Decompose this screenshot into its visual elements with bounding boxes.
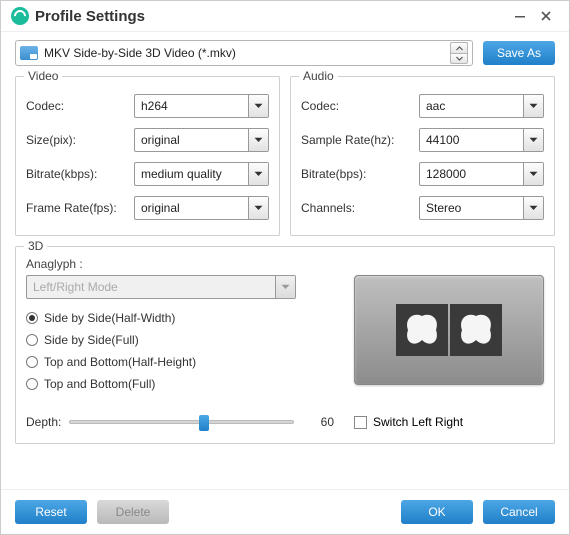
3d-legend: 3D xyxy=(24,239,47,253)
radio-icon xyxy=(26,312,38,324)
depth-row: Depth: 60 xyxy=(26,415,334,429)
profile-spin xyxy=(450,42,468,64)
radio-tab-half[interactable]: Top and Bottom(Half-Height) xyxy=(26,351,334,373)
reset-button[interactable]: Reset xyxy=(15,500,87,524)
video-fps-select[interactable]: original xyxy=(134,196,269,220)
video-size-select[interactable]: original xyxy=(134,128,269,152)
minimize-button[interactable] xyxy=(507,7,533,25)
video-bitrate-label: Bitrate(kbps): xyxy=(26,167,134,181)
cancel-button[interactable]: Cancel xyxy=(483,500,555,524)
chevron-down-icon xyxy=(275,276,295,298)
audio-ch-label: Channels: xyxy=(301,201,419,215)
checkbox-icon xyxy=(354,416,367,429)
radio-icon xyxy=(26,334,38,346)
radio-sbs-full[interactable]: Side by Side(Full) xyxy=(26,329,334,351)
radio-icon xyxy=(26,378,38,390)
delete-button: Delete xyxy=(97,500,169,524)
audio-legend: Audio xyxy=(299,69,338,83)
profile-select[interactable]: MKV Side-by-Side 3D Video (*.mkv) xyxy=(15,40,473,66)
save-as-button[interactable]: Save As xyxy=(483,41,555,65)
chevron-down-icon xyxy=(248,197,268,219)
chevron-down-icon xyxy=(523,197,543,219)
profile-spin-down[interactable] xyxy=(450,53,468,64)
chevron-down-icon xyxy=(456,56,463,61)
radio-tab-full[interactable]: Top and Bottom(Full) xyxy=(26,373,334,395)
panels: Video Codec: h264 Size(pix): original Bi… xyxy=(1,72,569,238)
profile-spin-up[interactable] xyxy=(450,42,468,53)
audio-codec-label: Codec: xyxy=(301,99,419,113)
mkv-icon xyxy=(20,46,38,60)
depth-value: 60 xyxy=(302,415,334,429)
chevron-down-icon xyxy=(523,129,543,151)
close-icon xyxy=(540,10,552,22)
radio-sbs-half[interactable]: Side by Side(Half-Width) xyxy=(26,307,334,329)
video-codec-select[interactable]: h264 xyxy=(134,94,269,118)
audio-codec-select[interactable]: aac xyxy=(419,94,544,118)
video-bitrate-select[interactable]: medium quality xyxy=(134,162,269,186)
titlebar: Profile Settings xyxy=(1,1,569,32)
profile-settings-window: Profile Settings MKV Side-by-Side 3D Vid… xyxy=(0,0,570,535)
bottom-bar: Reset Delete OK Cancel xyxy=(1,489,569,534)
chevron-down-icon xyxy=(523,163,543,185)
slider-thumb[interactable] xyxy=(199,415,209,431)
3d-fieldset: 3D Anaglyph : Left/Right Mode Side by Si… xyxy=(15,246,555,444)
butterfly-right-icon xyxy=(450,304,502,356)
3d-preview xyxy=(354,275,544,385)
anaglyph-select: Left/Right Mode xyxy=(26,275,296,299)
chevron-up-icon xyxy=(456,46,463,51)
ok-button[interactable]: OK xyxy=(401,500,473,524)
audio-fieldset: Audio Codec: aac Sample Rate(hz): 44100 … xyxy=(290,76,555,236)
minimize-icon xyxy=(514,10,526,22)
audio-sr-label: Sample Rate(hz): xyxy=(301,133,419,147)
window-title: Profile Settings xyxy=(35,8,507,25)
chevron-down-icon xyxy=(248,129,268,151)
anaglyph-label: Anaglyph : xyxy=(26,257,334,271)
3d-mode-radios: Side by Side(Half-Width) Side by Side(Fu… xyxy=(26,307,334,395)
chevron-down-icon xyxy=(248,95,268,117)
audio-bitrate-select[interactable]: 128000 xyxy=(419,162,544,186)
video-codec-label: Codec: xyxy=(26,99,134,113)
switch-lr-checkbox[interactable]: Switch Left Right xyxy=(354,415,544,429)
radio-icon xyxy=(26,356,38,368)
app-icon xyxy=(11,7,29,25)
audio-ch-select[interactable]: Stereo xyxy=(419,196,544,220)
audio-bitrate-label: Bitrate(bps): xyxy=(301,167,419,181)
video-fieldset: Video Codec: h264 Size(pix): original Bi… xyxy=(15,76,280,236)
butterfly-left-icon xyxy=(396,304,448,356)
audio-sr-select[interactable]: 44100 xyxy=(419,128,544,152)
depth-label: Depth: xyxy=(26,415,61,429)
video-fps-label: Frame Rate(fps): xyxy=(26,201,134,215)
video-legend: Video xyxy=(24,69,62,83)
close-button[interactable] xyxy=(533,7,559,25)
profile-row: MKV Side-by-Side 3D Video (*.mkv) Save A… xyxy=(1,32,569,72)
chevron-down-icon xyxy=(248,163,268,185)
depth-slider[interactable] xyxy=(69,420,294,424)
chevron-down-icon xyxy=(523,95,543,117)
profile-select-text: MKV Side-by-Side 3D Video (*.mkv) xyxy=(44,46,450,60)
video-size-label: Size(pix): xyxy=(26,133,134,147)
